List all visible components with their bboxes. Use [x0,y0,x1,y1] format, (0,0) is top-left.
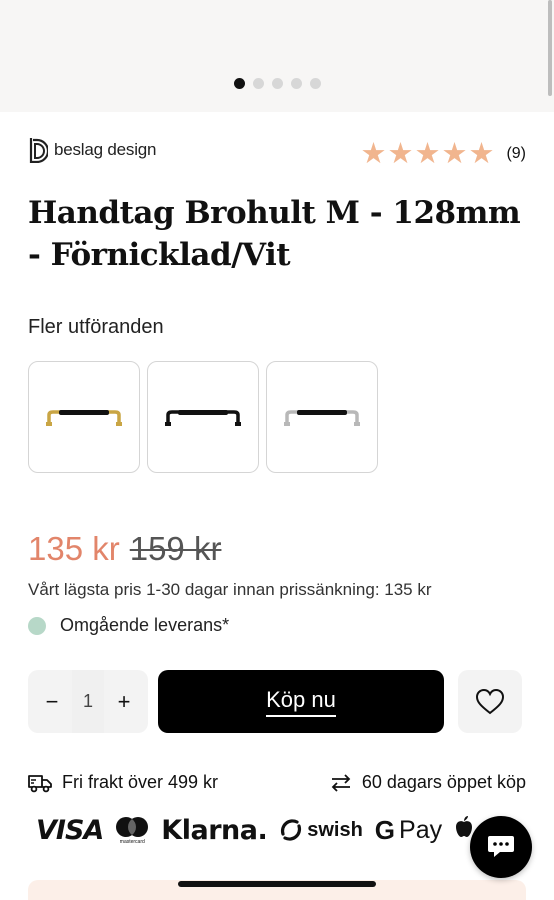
gallery-dot-3[interactable] [271,78,283,89]
original-price: 159 kr [129,530,222,567]
gallery-dot-2[interactable] [252,78,264,89]
price: 135 kr 159 kr [28,530,221,568]
lowest-price-note: Vårt lägsta pris 1-30 dagar innan prissä… [28,580,432,599]
handle-black-image [165,410,241,426]
arrows-exchange-icon [331,773,351,792]
truck-icon [28,774,52,792]
google-pay-logo: G Pay [375,815,442,846]
chat-bubble-icon [488,836,514,857]
product-image-gallery[interactable] [0,0,554,112]
usp-open-purchase: 60 dagars öppet köp [330,772,526,793]
star-icon: ★ [360,138,387,170]
mastercard-icon [116,816,149,837]
google-g-icon: G [374,814,396,845]
wishlist-button[interactable] [458,670,522,733]
payment-methods: VISA mastercard Klarna. swish G Pay [36,812,474,848]
increase-quantity-button[interactable]: + [114,689,134,715]
star-icon: ★ [468,138,495,170]
buy-now-label: Köp nu [266,687,336,717]
gallery-pagination [0,78,554,89]
beslag-design-logo-icon [29,138,48,163]
gallery-dot-1[interactable] [233,78,245,89]
review-count[interactable]: (9) [506,145,526,163]
mastercard-label: mastercard [119,838,145,845]
product-rating[interactable]: ★ ★ ★ ★ ★ (9) [360,138,526,170]
variant-list [28,361,378,473]
free-shipping-text: Fri frakt över 499 kr [62,772,219,792]
swish-icon [281,819,302,841]
star-icon: ★ [414,138,441,170]
mastercard-logo: mastercard [115,816,149,845]
product-title: Handtag Brohult M - 128mm - Förnicklad/V… [28,195,521,273]
variant-option-nickel[interactable] [266,361,378,473]
brand[interactable]: beslag design [28,137,157,163]
swish-label: swish [307,818,363,841]
variant-option-brass[interactable] [28,361,140,473]
star-icon: ★ [441,138,468,170]
swish-logo: swish [279,818,363,842]
usp-free-shipping: Fri frakt över 499 kr [28,772,218,793]
variant-option-black[interactable] [147,361,259,473]
stock-status-icon [28,616,46,635]
open-purchase-text: 60 dagars öppet köp [361,772,526,792]
heart-icon [475,688,505,714]
decrease-quantity-button[interactable]: − [42,689,62,715]
quantity-stepper: − + [28,670,148,733]
handle-nickel-image [284,410,360,426]
star-icon: ★ [387,138,414,170]
page-scrollbar[interactable] [548,0,552,96]
sale-price: 135 kr [28,530,120,567]
klarna-logo: Klarna. [161,814,268,846]
delivery-text: Omgående leverans* [60,615,230,635]
delivery-status: Omgående leverans* [28,615,229,636]
buy-now-button[interactable]: Köp nu [158,670,444,733]
google-pay-label: Pay [399,815,443,844]
variants-label: Fler utföranden [28,316,164,338]
chat-button[interactable] [470,816,532,878]
rating-stars: ★ ★ ★ ★ ★ [360,138,495,170]
handle-brass-image [46,410,122,426]
gallery-dot-4[interactable] [290,78,302,89]
home-indicator [178,881,376,887]
quantity-input[interactable] [72,670,104,733]
visa-logo: VISA [36,814,104,846]
brand-name: beslag design [54,140,157,159]
gallery-dot-5[interactable] [309,78,321,89]
